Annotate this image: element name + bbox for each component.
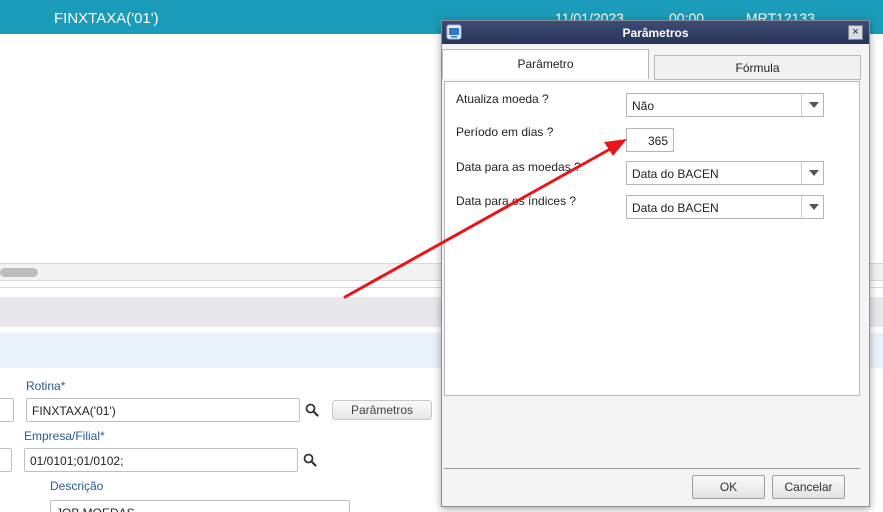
dialog-footer-divider — [444, 468, 860, 469]
left-cut-field[interactable] — [0, 398, 14, 422]
data-indices-value: Data do BACEN — [632, 201, 719, 215]
atualiza-moeda-select[interactable]: Não — [626, 93, 824, 117]
rotina-label: Rotina* — [26, 379, 66, 393]
parametros-button[interactable]: Parâmetros — [332, 400, 432, 420]
atualiza-moeda-value: Não — [632, 99, 655, 113]
screen: FINXTAXA('01') 11/01/2023 00:00 MRT12133… — [0, 0, 883, 512]
rotina-input[interactable]: FINXTAXA('01') — [26, 398, 300, 422]
search-icon[interactable] — [305, 403, 319, 417]
chevron-down-icon — [809, 204, 819, 210]
tab-formula[interactable]: Fórmula — [654, 55, 861, 80]
data-indices-label: Data para os índices ? — [456, 194, 577, 208]
descricao-input[interactable]: JOB MOEDAS — [50, 500, 350, 512]
periodo-input[interactable]: 365 — [626, 128, 674, 152]
parametro-panel: Atualiza moeda ? Não Período em dias ? 3… — [444, 81, 860, 396]
cancel-button[interactable]: Cancelar — [772, 475, 845, 499]
search-icon[interactable] — [303, 453, 317, 467]
descricao-label: Descrição — [50, 479, 104, 493]
left-cut-field-2[interactable] — [0, 448, 12, 472]
chevron-down-icon — [809, 102, 819, 108]
data-moedas-label: Data para as moedas ? — [456, 160, 581, 174]
ok-button[interactable]: OK — [692, 475, 765, 499]
tab-parametro[interactable]: Parâmetro — [442, 49, 649, 79]
data-indices-select[interactable]: Data do BACEN — [626, 195, 824, 219]
atualiza-moeda-label: Atualiza moeda ? — [456, 92, 549, 106]
dropdown-button[interactable] — [801, 162, 823, 184]
dropdown-button[interactable] — [801, 196, 823, 218]
empresa-input[interactable]: 01/0101;01/0102; — [24, 448, 298, 472]
periodo-label: Período em dias ? — [456, 125, 554, 139]
data-moedas-value: Data do BACEN — [632, 167, 719, 181]
dialog-title-bar[interactable]: Parâmetros × — [442, 21, 869, 44]
data-moedas-select[interactable]: Data do BACEN — [626, 161, 824, 185]
routine-title: FINXTAXA('01') — [54, 10, 159, 27]
dialog-title: Parâmetros — [622, 26, 689, 40]
close-icon[interactable]: × — [848, 25, 863, 40]
scrollbar-thumb[interactable] — [0, 268, 38, 277]
empresa-label: Empresa/Filial* — [24, 429, 105, 443]
chevron-down-icon — [809, 170, 819, 176]
parametros-dialog: Parâmetros × Parâmetro Fórmula Atualiza … — [441, 20, 870, 507]
dropdown-button[interactable] — [801, 94, 823, 116]
